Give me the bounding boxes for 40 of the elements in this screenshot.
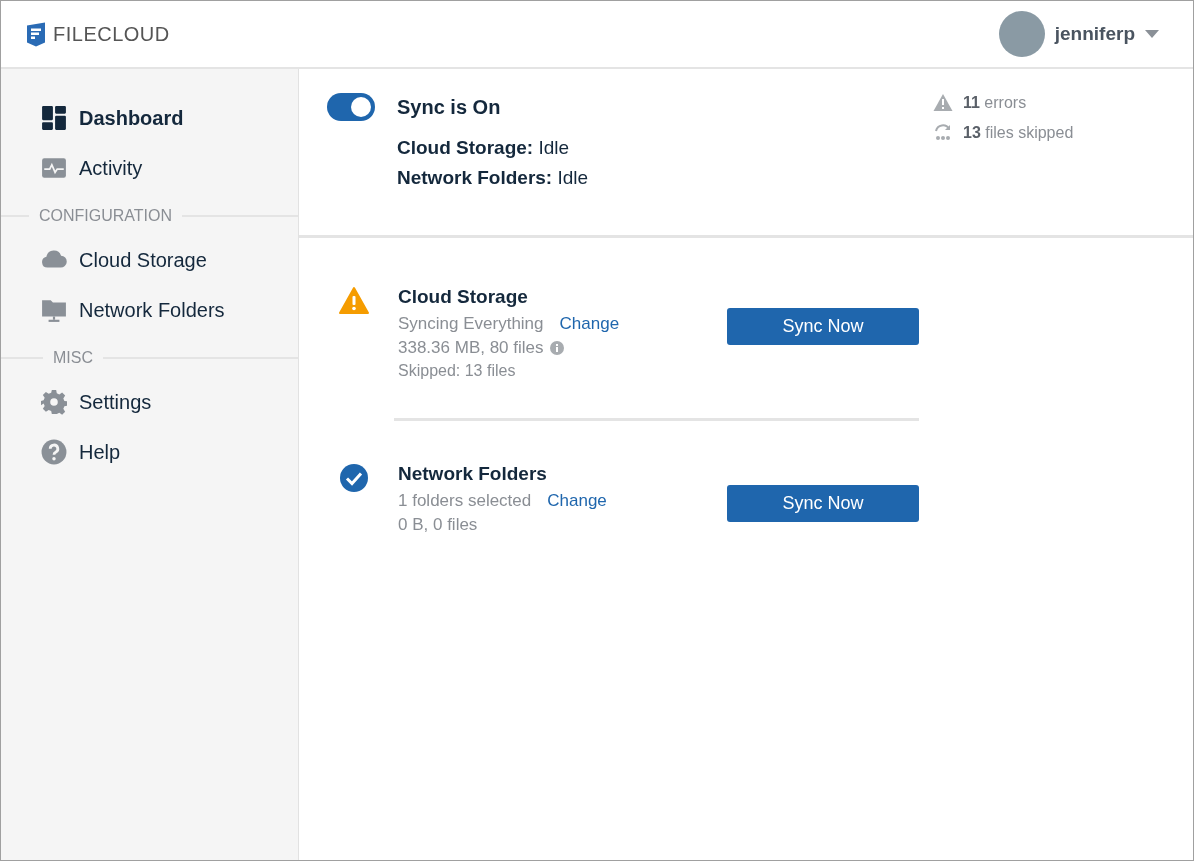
sync-status-title: Sync is On bbox=[397, 96, 502, 119]
change-link[interactable]: Change bbox=[559, 314, 620, 334]
logo-icon bbox=[25, 20, 47, 48]
sidebar-item[interactable]: Dashboard bbox=[1, 93, 298, 143]
skipped-count: Skipped: 13 files bbox=[398, 362, 517, 380]
check-icon bbox=[339, 463, 369, 493]
sync-status-line: Cloud Storage: Idle bbox=[397, 137, 571, 159]
avatar[interactable] bbox=[998, 11, 1045, 57]
sync-now-button[interactable]: Sync Now bbox=[727, 485, 919, 522]
section-heading: MISC bbox=[53, 349, 93, 367]
stat-text: 11 errors bbox=[963, 94, 1027, 112]
section-heading: CONFIGURATION bbox=[39, 207, 173, 225]
sync-size: 0 B, 0 files bbox=[398, 515, 478, 535]
sync-size: 338.36 MB, 80 files bbox=[398, 338, 544, 358]
sync-item-title: Network Folders bbox=[398, 463, 548, 485]
network-folder-icon bbox=[41, 297, 67, 323]
skip-icon bbox=[933, 123, 953, 143]
sync-mode: 1 folders selected bbox=[398, 491, 532, 511]
sync-now-button[interactable]: Sync Now bbox=[727, 308, 919, 345]
info-icon bbox=[549, 341, 564, 355]
logo-text: FILECLOUD bbox=[53, 22, 170, 46]
stat-text: 13 files skipped bbox=[963, 124, 1074, 142]
activity-pulse-icon bbox=[41, 155, 67, 181]
caret-icon bbox=[1145, 30, 1159, 38]
sync-mode: Syncing Everything bbox=[398, 314, 544, 334]
sidebar-item[interactable]: Help bbox=[1, 427, 298, 477]
sidebar-item[interactable]: Network Folders bbox=[1, 285, 298, 335]
change-link[interactable]: Change bbox=[547, 491, 607, 511]
settings-icon bbox=[41, 389, 67, 415]
sidebar-item[interactable]: Cloud Storage bbox=[1, 235, 298, 285]
sync-toggle[interactable] bbox=[327, 93, 375, 121]
sync-item-title: Cloud Storage bbox=[398, 286, 529, 308]
sync-status-line: Network Folders: Idle bbox=[397, 167, 590, 189]
help-icon bbox=[41, 439, 67, 465]
sidebar-item[interactable]: Activity bbox=[1, 143, 298, 193]
sidebar-item[interactable]: Settings bbox=[1, 377, 298, 427]
dashboard-icon bbox=[41, 105, 67, 131]
warning-icon bbox=[933, 93, 953, 113]
username[interactable]: jenniferp bbox=[1054, 23, 1135, 45]
warning-icon bbox=[339, 286, 369, 316]
